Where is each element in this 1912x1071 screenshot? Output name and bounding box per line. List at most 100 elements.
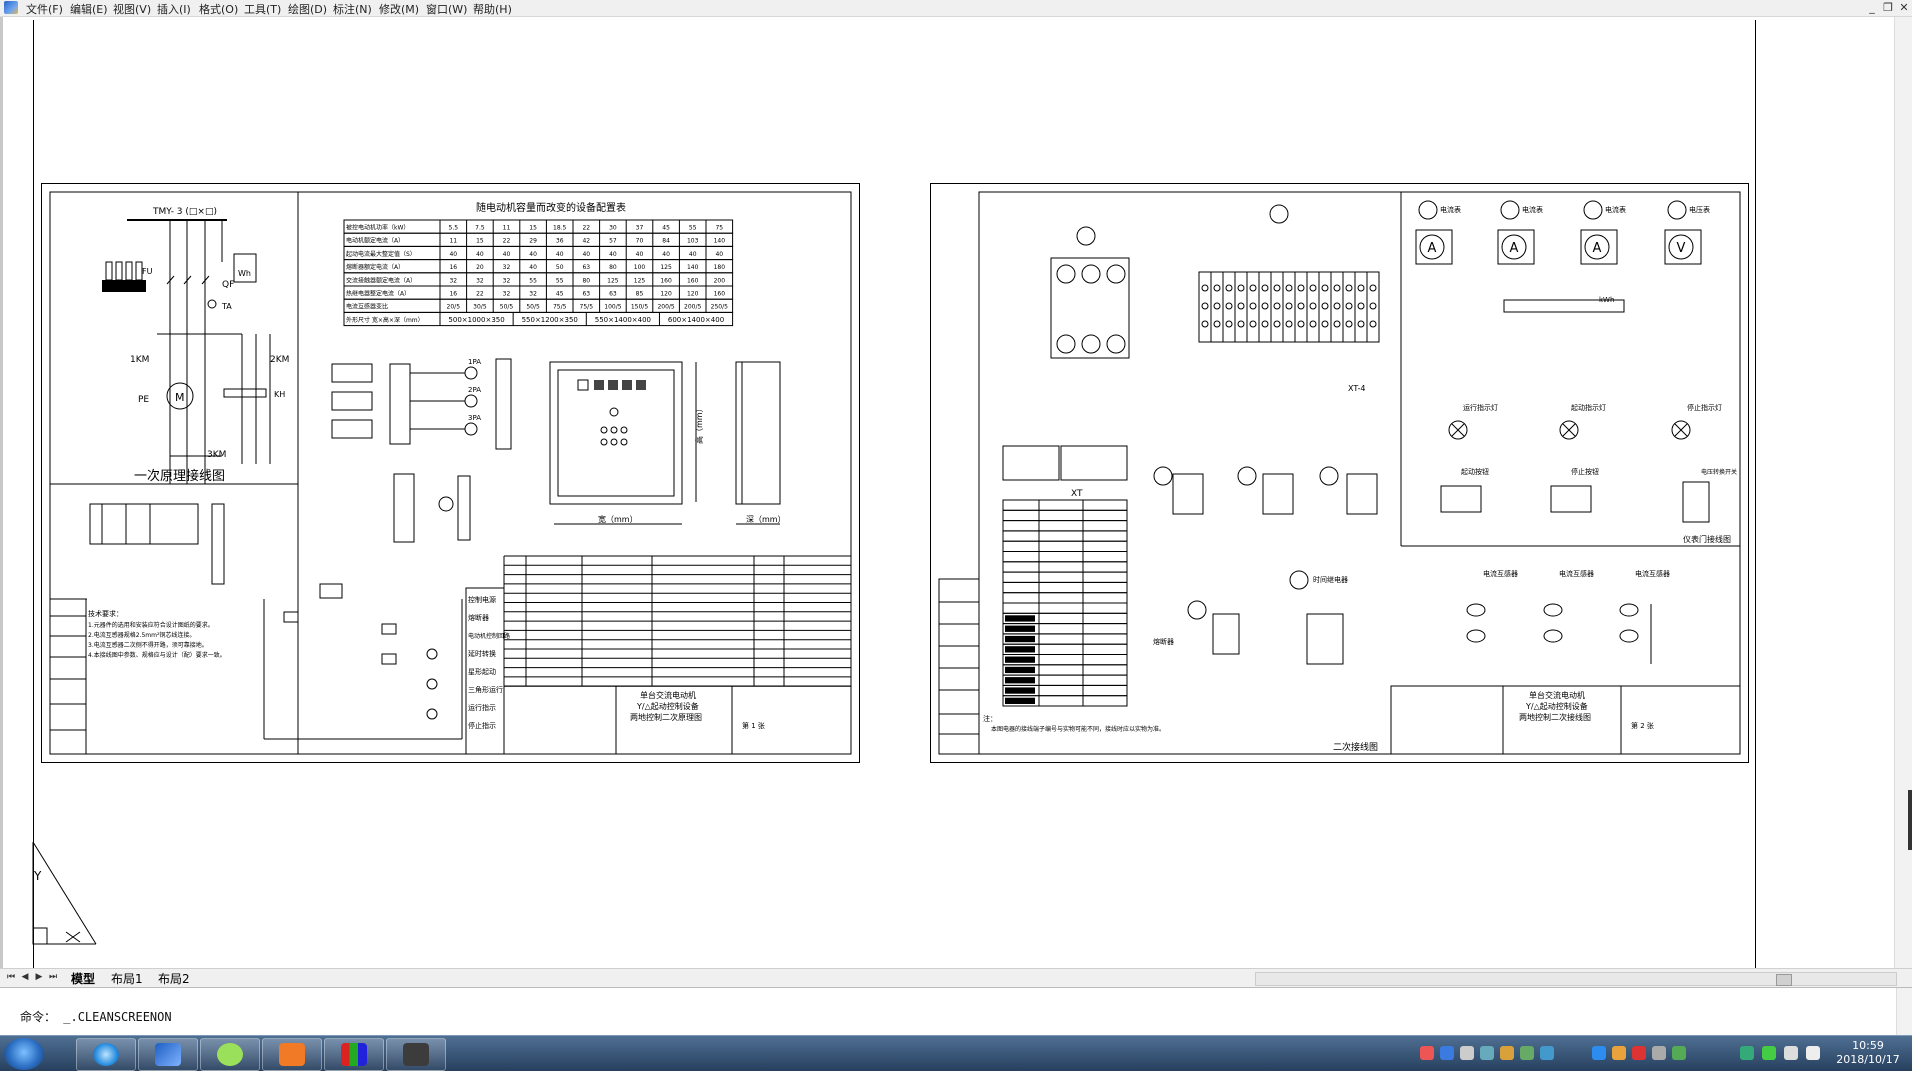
config-table-row-label: 交流接触器额定电流（A） [346,276,416,284]
meter-tag-circle [1500,200,1520,220]
xt4-terminal [1210,271,1224,343]
menu-format[interactable]: 格式(O) [199,1,238,17]
xt-strip-row [1002,509,1128,522]
xt4-terminal [1282,271,1296,343]
prev-tab-icon[interactable]: ◀ [20,972,30,984]
first-tab-icon[interactable]: ⏮ [6,972,16,984]
menu-modify[interactable]: 修改(M) [379,1,419,17]
config-table-row-label: 被控电动机功率（kW） [346,224,409,232]
menu-window[interactable]: 窗口(W) [426,1,467,17]
config-table-cell: 15 [529,225,537,232]
user-icon[interactable] [1500,1046,1514,1060]
system-clock[interactable]: 10:59 2018/10/17 [1828,1039,1908,1067]
menu-tools[interactable]: 工具(T) [244,1,281,17]
config-table-cell: 40 [503,251,511,258]
button-start-label: 起动按钮 [1461,467,1489,476]
config-table-row-label: 热继电器整定电流（A） [346,290,410,298]
xt4-terminal-screw [1213,284,1221,292]
restore-button[interactable]: ❐ [1880,0,1896,16]
terminal-icon [403,1043,429,1066]
xt4-terminal-screw [1357,284,1365,292]
battery-icon[interactable] [1740,1046,1754,1060]
config-table-row-label: 电动机额定电流（A） [346,237,404,245]
taskbar-autocad-button[interactable] [138,1038,198,1071]
minimize-button[interactable]: _ [1864,0,1880,16]
close-button[interactable]: ✕ [1896,0,1912,16]
tab-layout1[interactable]: 布局1 [108,970,146,986]
last-tab-icon[interactable]: ⏭ [48,972,58,984]
ctrl-label-4: 星形起动 [468,667,496,676]
menu-insert[interactable]: 插入(I) [157,1,191,17]
ctrl-label-0: 控制电源 [468,595,496,604]
config-table-cell: 22 [476,291,484,298]
xt4-terminal [1306,271,1320,343]
horizontal-scrollbar-thumb[interactable] [1776,974,1792,986]
config-table-cell: 30/5 [473,304,487,311]
xt4-terminal-screw [1321,320,1329,328]
presentation-icon [279,1043,305,1066]
xt-strip-row [1002,592,1128,604]
taskbar-terminal-button[interactable] [386,1038,446,1071]
tab-model[interactable]: 模型 [68,970,98,986]
menu-dimension[interactable]: 标注(N) [333,1,372,17]
folder-tray-icon[interactable] [1612,1046,1626,1060]
menu-view[interactable]: 视图(V) [113,1,151,17]
network-icon[interactable] [1520,1046,1534,1060]
notes-line-4: 4.本接线图中参数、规格应与设计（配）要求一致。 [88,651,226,659]
horizontal-scrollbar[interactable] [1255,972,1897,986]
next-tab-icon[interactable]: ▶ [34,972,44,984]
config-table-cell: 32 [476,277,484,284]
config-table-cell: 40 [636,251,644,258]
xt4-terminal-screw [1321,284,1329,292]
flag-icon[interactable] [1784,1046,1798,1060]
taskbar-wechat-button[interactable] [200,1038,260,1071]
taskbar-browser-button[interactable] [76,1038,136,1071]
menu-file[interactable]: 文件(F) [26,1,63,17]
config-table-cell: 200/5 [684,304,701,311]
xt4-terminal-screw [1333,302,1341,310]
xt4-terminal-screw [1369,302,1377,310]
config-table-cell: 40 [582,251,590,258]
xt4-terminal-screw [1345,320,1353,328]
vertical-scrollbar-thumb[interactable] [1908,790,1912,850]
config-table-cell: 7.5 [475,225,485,232]
volume-icon[interactable] [1806,1046,1820,1060]
menu-edit[interactable]: 编辑(E) [70,1,108,17]
xt4-terminal-screw [1297,302,1305,310]
check-icon[interactable] [1762,1046,1776,1060]
config-table-cell: 40 [529,251,537,258]
help-icon[interactable] [1440,1046,1454,1060]
autocad-app-icon[interactable] [4,1,18,14]
wifi-icon[interactable] [1672,1046,1686,1060]
config-table-cell: 500×1000×350 [448,316,504,324]
indicator-start-label: 起动指示灯 [1571,403,1606,412]
breaker-qf-label: QF [222,280,234,290]
command-scrollbar[interactable] [1896,988,1912,1036]
menu-help[interactable]: 帮助(H) [473,1,512,17]
menu-draw[interactable]: 绘图(D) [288,1,327,17]
taskbar-presentation-button[interactable] [262,1038,322,1071]
xt4-terminal-screw [1273,320,1281,328]
meter-name: 电流表 [1440,205,1461,214]
taskbar-colors-app-button[interactable] [324,1038,384,1071]
ime-icon[interactable] [1420,1046,1434,1060]
ct-1-label: 电流互感器 [1483,569,1518,578]
ctrl-label-6: 运行指示 [468,703,496,712]
tools-icon[interactable] [1480,1046,1494,1060]
title-block-1-line3: 两地控制二次原理图 [630,712,702,722]
shield-icon[interactable] [1540,1046,1554,1060]
command-line[interactable]: 命令： _.CLEANSCREENON [0,987,1912,1036]
mains-busbar-label: TMY- 3 (□×□) [152,207,217,217]
start-button[interactable] [4,1038,44,1070]
keyboard-icon[interactable] [1460,1046,1474,1060]
config-table-cell: 85 [636,291,644,298]
config-table-cell: 40 [529,264,537,271]
settings-tray-icon[interactable] [1652,1046,1666,1060]
tab-layout2[interactable]: 布局2 [155,970,193,986]
config-table-cell: 63 [609,291,617,298]
app-tray-icon[interactable] [1592,1046,1606,1060]
antivirus-icon[interactable] [1632,1046,1646,1060]
config-table-cell: 120 [660,291,672,298]
xt4-terminal-screw [1297,284,1305,292]
config-table-cell: 20/5 [447,304,461,311]
